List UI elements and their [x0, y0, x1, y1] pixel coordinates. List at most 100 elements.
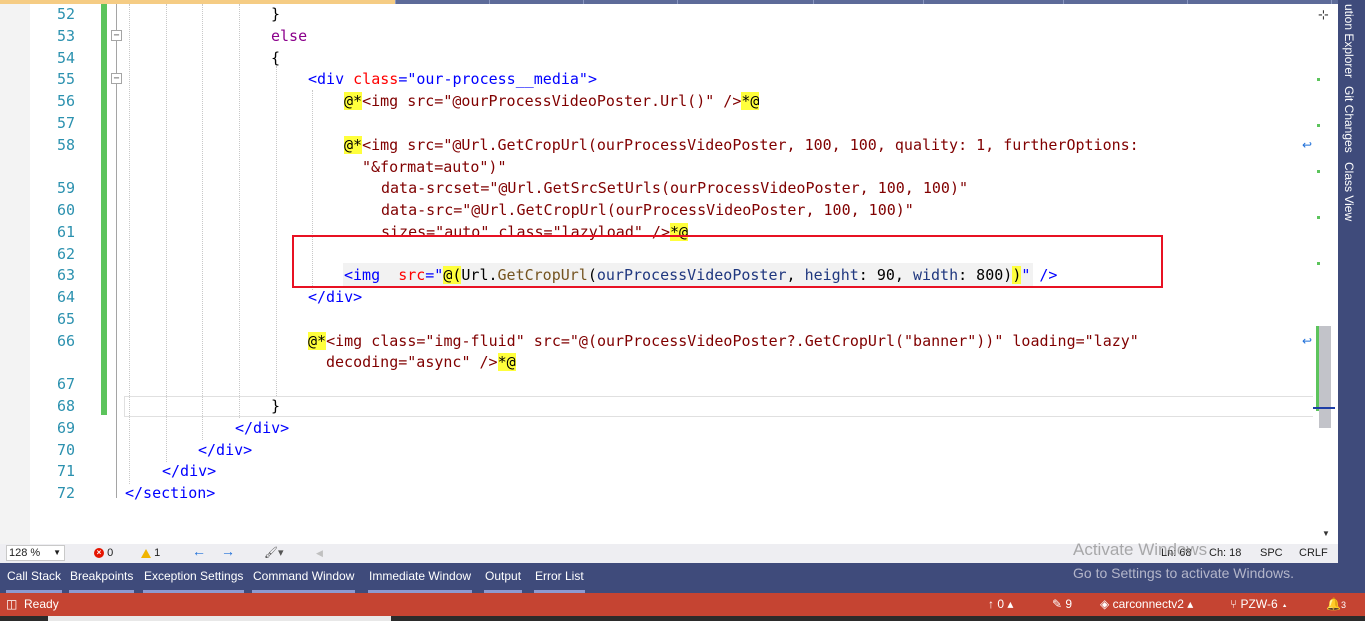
scroll-change-mark [1317, 262, 1320, 265]
status-bar: ◫ Ready ↑ 0 ▴ ✎ 9 ◈ carconnectv2 ▴ ⑂ PZW… [0, 593, 1365, 616]
tab-breakpoints[interactable]: Breakpoints [69, 563, 135, 593]
code-line-64[interactable]: </div> [308, 286, 362, 308]
cleanup-brush-icon[interactable]: 🖌▾ [264, 546, 284, 560]
ready-text: Ready [24, 597, 59, 611]
commented-code: decoding="async" /> [326, 353, 498, 371]
notifications-button[interactable]: 🔔3 [1326, 597, 1346, 613]
code-line-58[interactable]: @*<img src="@Url.GetCropUrl(ourProcessVi… [344, 134, 1139, 156]
current-line-highlight [124, 396, 1314, 417]
activation-watermark-title: Activate Windows [1073, 540, 1208, 559]
zoom-dropdown[interactable]: 128 % ▼ [6, 545, 65, 561]
closing-brace: } [271, 397, 281, 415]
line-number: 60 [56, 201, 75, 219]
class-view-tab[interactable]: Class View [1342, 162, 1356, 221]
line-number: 68 [56, 397, 75, 415]
code-line-59[interactable]: data-srcset="@Url.GetSrcSetUrls(ourProce… [381, 177, 968, 199]
indent-guide [276, 66, 277, 396]
zoom-value: 128 % [9, 547, 41, 559]
code-line-69[interactable]: </div> [235, 417, 289, 439]
razor-comment-start: @* [344, 92, 363, 110]
scroll-left-arrow-icon[interactable]: ◀ [316, 546, 323, 560]
code-line-55[interactable]: <div class="our-process__media"> [308, 68, 597, 90]
tag-close: > [587, 70, 597, 88]
code-line-71[interactable]: </div> [162, 460, 216, 482]
navigate-forward-icon[interactable]: → [221, 544, 235, 558]
line-number: 57 [56, 114, 75, 132]
error-count[interactable]: × 0 [94, 546, 113, 560]
tab-command-window[interactable]: Command Window [252, 563, 356, 593]
commented-code: <img src="@ourProcessVideoPoster.Url()" … [362, 92, 742, 110]
chevron-up-icon: ▴ [1007, 597, 1014, 611]
indent-guide [166, 4, 167, 462]
indent-guide [239, 4, 240, 418]
push-count: 0 [997, 597, 1005, 611]
caret-position-marker [1313, 407, 1335, 409]
split-editor-icon[interactable]: ⊹ [1318, 8, 1329, 23]
code-line-66[interactable]: @*<img class="img-fluid" src="@(ourProce… [308, 330, 1139, 352]
code-line-54[interactable]: { [271, 47, 280, 69]
tab-immediate-window[interactable]: Immediate Window [368, 563, 473, 593]
line-number: 63 [56, 266, 75, 284]
glyph-margin [0, 4, 30, 544]
line-number: 72 [56, 484, 75, 502]
chevron-up-icon: ▴ [1281, 597, 1289, 611]
code-line-72[interactable]: </section> [125, 482, 215, 504]
line-number: 53 [56, 27, 75, 45]
branch-selector[interactable]: ⑂ PZW-6 ▴ [1230, 597, 1288, 612]
code-line-53[interactable]: else [271, 25, 307, 47]
line-number: 52 [56, 5, 75, 23]
collapse-toggle[interactable]: − [111, 30, 122, 41]
scrollbar-thumb[interactable] [1319, 326, 1331, 428]
attribute-value: "our-process__media" [407, 70, 588, 88]
closing-brace: } [271, 5, 281, 23]
arrow-up-icon: ↑ [988, 597, 994, 611]
error-count-value: 0 [107, 547, 114, 559]
code-line-60[interactable]: data-src="@Url.GetCropUrl(ourProcessVide… [381, 199, 914, 221]
tab-output[interactable]: Output [484, 563, 523, 593]
code-line-68[interactable]: } [271, 395, 280, 417]
chevron-down-icon: ▼ [53, 548, 61, 557]
razor-comment-end: *@ [497, 353, 516, 371]
code-editor[interactable]: 52 53 54 55 56 57 58 59 60 61 62 63 64 6… [0, 4, 1338, 544]
code-line-70[interactable]: </div> [198, 439, 252, 461]
indent-mode[interactable]: SPC [1260, 546, 1283, 560]
code-line-56[interactable]: @*<img src="@ourProcessVideoPoster.Url()… [344, 90, 760, 112]
tab-call-stack[interactable]: Call Stack [6, 563, 63, 593]
repository-selector[interactable]: ◈ carconnectv2 ▴ [1100, 597, 1193, 612]
scroll-change-mark [1317, 124, 1320, 127]
line-number: 58 [56, 136, 75, 154]
tab-exception-settings[interactable]: Exception Settings [143, 563, 245, 593]
commented-code: data-src="@Url.GetCropUrl(ourProcessVide… [381, 201, 914, 219]
push-indicator[interactable]: ↑ 0 ▴ [988, 597, 1013, 612]
scroll-change-mark [1317, 216, 1320, 219]
line-number: 62 [56, 245, 75, 263]
line-number: 64 [56, 288, 75, 306]
div-close-tag: </div> [235, 419, 290, 437]
line-ending[interactable]: CRLF [1299, 546, 1328, 560]
scroll-down-arrow-icon[interactable]: ▼ [1322, 529, 1330, 538]
pending-changes-count: 9 [1065, 597, 1073, 611]
collapse-toggle[interactable]: − [111, 73, 122, 84]
commented-code: <img src="@Url.GetCropUrl(ourProcessVide… [362, 136, 1139, 154]
code-line-66-wrap[interactable]: decoding="async" />*@ [326, 351, 516, 373]
div-close-tag: </div> [198, 441, 253, 459]
repository-icon: ◈ [1100, 597, 1110, 611]
code-line-58-wrap[interactable]: "&format=auto")" [362, 156, 507, 178]
indent-guide [202, 4, 203, 440]
wrap-glyph-icon: ↩ [1302, 138, 1313, 152]
vertical-scrollbar[interactable]: ⊹ ▼ [1313, 4, 1338, 544]
tab-error-list[interactable]: Error List [534, 563, 585, 593]
pending-changes-indicator[interactable]: ✎ 9 [1052, 597, 1072, 612]
code-line-52[interactable]: } [271, 4, 280, 25]
scroll-change-mark [1317, 170, 1320, 173]
warning-count[interactable]: 1 [141, 546, 160, 560]
line-number: 56 [56, 92, 75, 110]
razor-comment-end: *@ [741, 92, 760, 110]
attribute-name: class [353, 70, 399, 88]
repository-name: carconnectv2 [1112, 597, 1184, 611]
warning-icon [141, 548, 151, 558]
solution-explorer-tab[interactable]: ution Explorer [1342, 4, 1356, 78]
change-indicator-bar [101, 4, 107, 415]
navigate-back-icon[interactable]: ← [192, 544, 206, 558]
git-changes-tab[interactable]: Git Changes [1342, 86, 1356, 153]
